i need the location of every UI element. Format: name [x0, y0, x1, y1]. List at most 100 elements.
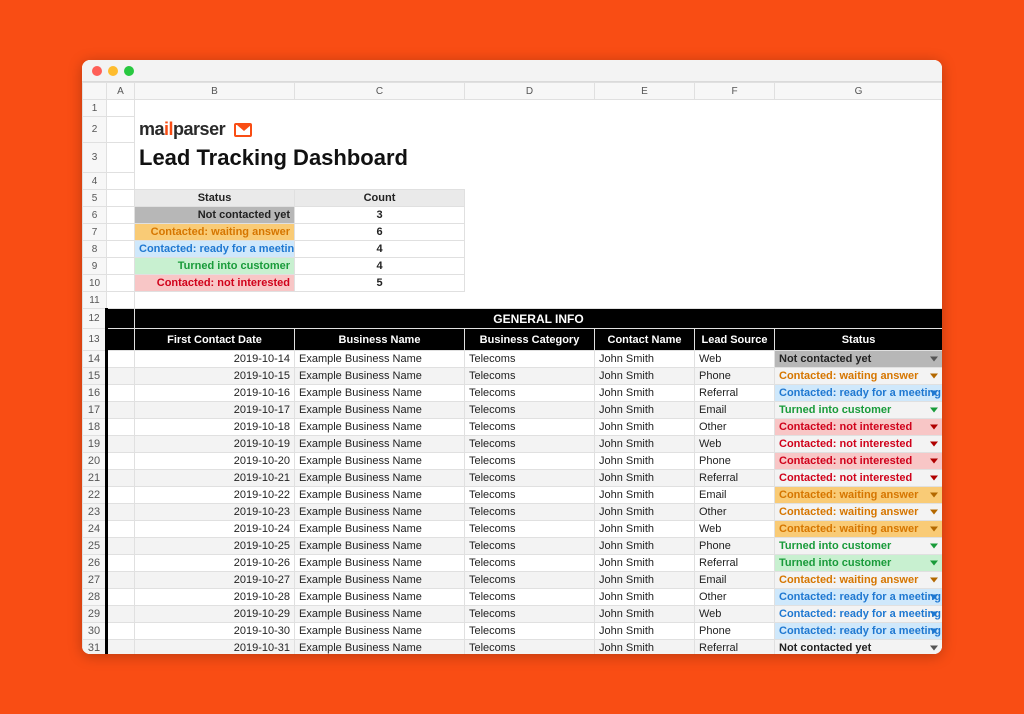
- cell-status-dropdown[interactable]: Contacted: waiting answer: [775, 572, 943, 589]
- cell-contact[interactable]: John Smith: [595, 572, 695, 589]
- cell-category[interactable]: Telecoms: [465, 351, 595, 368]
- row-16[interactable]: 16: [83, 385, 107, 402]
- cell-source[interactable]: Email: [695, 572, 775, 589]
- th-contact[interactable]: Contact Name: [595, 329, 695, 351]
- table-row[interactable]: 162019-10-16Example Business NameTelecom…: [83, 385, 943, 402]
- row-15[interactable]: 15: [83, 368, 107, 385]
- cell-status-dropdown[interactable]: Turned into customer: [775, 555, 943, 572]
- cell-business[interactable]: Example Business Name: [295, 453, 465, 470]
- th-date[interactable]: First Contact Date: [135, 329, 295, 351]
- summary-count-2[interactable]: 4: [295, 241, 465, 258]
- cell-status-dropdown[interactable]: Contacted: not interested: [775, 470, 943, 487]
- cell-business[interactable]: Example Business Name: [295, 368, 465, 385]
- cell-source[interactable]: Other: [695, 589, 775, 606]
- col-C[interactable]: C: [295, 83, 465, 100]
- col-G[interactable]: G: [775, 83, 943, 100]
- row-3[interactable]: 3: [83, 143, 107, 173]
- row-18[interactable]: 18: [83, 419, 107, 436]
- cell-status-dropdown[interactable]: Contacted: waiting answer: [775, 504, 943, 521]
- cell-status-dropdown[interactable]: Contacted: ready for a meeting: [775, 623, 943, 640]
- table-row[interactable]: 292019-10-29Example Business NameTelecom…: [83, 606, 943, 623]
- table-row[interactable]: 142019-10-14Example Business NameTelecom…: [83, 351, 943, 368]
- cell-source[interactable]: Phone: [695, 538, 775, 555]
- cell-source[interactable]: Web: [695, 351, 775, 368]
- cell-business[interactable]: Example Business Name: [295, 538, 465, 555]
- row-9[interactable]: 9: [83, 258, 107, 275]
- col-A[interactable]: A: [107, 83, 135, 100]
- row-4[interactable]: 4: [83, 173, 107, 190]
- cell-category[interactable]: Telecoms: [465, 606, 595, 623]
- cell-category[interactable]: Telecoms: [465, 589, 595, 606]
- cell-business[interactable]: Example Business Name: [295, 436, 465, 453]
- cell-business[interactable]: Example Business Name: [295, 572, 465, 589]
- table-row[interactable]: 282019-10-28Example Business NameTelecom…: [83, 589, 943, 606]
- close-icon[interactable]: [92, 66, 102, 76]
- cell-source[interactable]: Phone: [695, 453, 775, 470]
- cell-source[interactable]: Referral: [695, 555, 775, 572]
- cell-contact[interactable]: John Smith: [595, 555, 695, 572]
- row-10[interactable]: 10: [83, 275, 107, 292]
- summary-status-4[interactable]: Contacted: not interested: [135, 275, 295, 292]
- cell-source[interactable]: Web: [695, 521, 775, 538]
- cell-status-dropdown[interactable]: Turned into customer: [775, 538, 943, 555]
- row-27[interactable]: 27: [83, 572, 107, 589]
- cell-source[interactable]: Other: [695, 504, 775, 521]
- cell-contact[interactable]: John Smith: [595, 623, 695, 640]
- cell-source[interactable]: Web: [695, 606, 775, 623]
- cell-contact[interactable]: John Smith: [595, 453, 695, 470]
- row-26[interactable]: 26: [83, 555, 107, 572]
- cell-category[interactable]: Telecoms: [465, 368, 595, 385]
- cell-date[interactable]: 2019-10-14: [135, 351, 295, 368]
- cell-source[interactable]: Referral: [695, 385, 775, 402]
- cell-contact[interactable]: John Smith: [595, 521, 695, 538]
- th-business[interactable]: Business Name: [295, 329, 465, 351]
- cell-category[interactable]: Telecoms: [465, 436, 595, 453]
- table-row[interactable]: 172019-10-17Example Business NameTelecom…: [83, 402, 943, 419]
- cell-status-dropdown[interactable]: Contacted: waiting answer: [775, 368, 943, 385]
- row-5[interactable]: 5: [83, 190, 107, 207]
- cell-date[interactable]: 2019-10-26: [135, 555, 295, 572]
- cell-contact[interactable]: John Smith: [595, 538, 695, 555]
- grid[interactable]: A B C D E F G 1 2 mailparser: [82, 82, 942, 654]
- summary-status-3[interactable]: Turned into customer: [135, 258, 295, 275]
- cell-status-dropdown[interactable]: Contacted: ready for a meeting: [775, 606, 943, 623]
- row-21[interactable]: 21: [83, 470, 107, 487]
- cell-category[interactable]: Telecoms: [465, 555, 595, 572]
- cell-contact[interactable]: John Smith: [595, 606, 695, 623]
- cell-category[interactable]: Telecoms: [465, 538, 595, 555]
- table-row[interactable]: 202019-10-20Example Business NameTelecom…: [83, 453, 943, 470]
- col-F[interactable]: F: [695, 83, 775, 100]
- cell-category[interactable]: Telecoms: [465, 640, 595, 655]
- cell-source[interactable]: Other: [695, 419, 775, 436]
- cell-date[interactable]: 2019-10-21: [135, 470, 295, 487]
- table-row[interactable]: 232019-10-23Example Business NameTelecom…: [83, 504, 943, 521]
- minimize-icon[interactable]: [108, 66, 118, 76]
- table-row[interactable]: 242019-10-24Example Business NameTelecom…: [83, 521, 943, 538]
- cell-contact[interactable]: John Smith: [595, 504, 695, 521]
- cell-status-dropdown[interactable]: Contacted: not interested: [775, 419, 943, 436]
- cell-source[interactable]: Referral: [695, 640, 775, 655]
- cell-date[interactable]: 2019-10-23: [135, 504, 295, 521]
- row-7[interactable]: 7: [83, 224, 107, 241]
- cell-date[interactable]: 2019-10-20: [135, 453, 295, 470]
- cell-category[interactable]: Telecoms: [465, 623, 595, 640]
- table-row[interactable]: 212019-10-21Example Business NameTelecom…: [83, 470, 943, 487]
- col-B[interactable]: B: [135, 83, 295, 100]
- row-24[interactable]: 24: [83, 521, 107, 538]
- cell-status-dropdown[interactable]: Not contacted yet: [775, 640, 943, 655]
- cell-date[interactable]: 2019-10-31: [135, 640, 295, 655]
- table-row[interactable]: 192019-10-19Example Business NameTelecom…: [83, 436, 943, 453]
- cell-date[interactable]: 2019-10-28: [135, 589, 295, 606]
- cell-status-dropdown[interactable]: Contacted: ready for a meeting: [775, 589, 943, 606]
- cell-source[interactable]: Phone: [695, 368, 775, 385]
- cell-source[interactable]: Email: [695, 402, 775, 419]
- row-13[interactable]: 13: [83, 329, 107, 351]
- cell-source[interactable]: Phone: [695, 623, 775, 640]
- table-row[interactable]: 262019-10-26Example Business NameTelecom…: [83, 555, 943, 572]
- cell-business[interactable]: Example Business Name: [295, 385, 465, 402]
- th-category[interactable]: Business Category: [465, 329, 595, 351]
- cell-category[interactable]: Telecoms: [465, 470, 595, 487]
- cell-status-dropdown[interactable]: Not contacted yet: [775, 351, 943, 368]
- cell-contact[interactable]: John Smith: [595, 589, 695, 606]
- cell-category[interactable]: Telecoms: [465, 419, 595, 436]
